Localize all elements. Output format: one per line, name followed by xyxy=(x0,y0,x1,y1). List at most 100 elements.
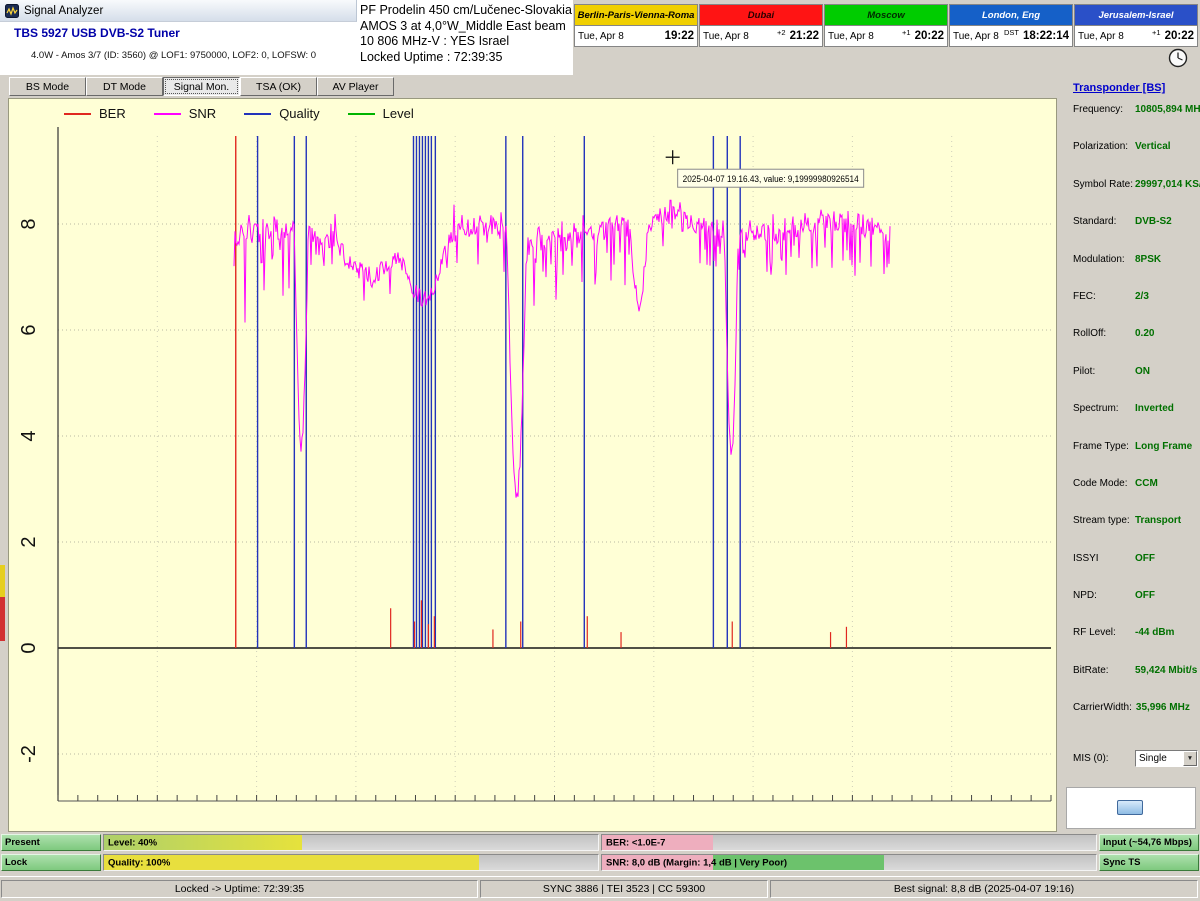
clock-jerusalem-israel: Jerusalem-IsraelTue, Apr 8+120:22 xyxy=(1074,4,1198,47)
transponder-row-pilot: Pilot:ON xyxy=(1073,366,1198,403)
clock-time: 18:22:14 xyxy=(1023,30,1069,42)
window-title: Signal Analyzer xyxy=(24,5,103,17)
transponder-label: RF Level: xyxy=(1073,627,1135,638)
transponder-row-npd: NPD:OFF xyxy=(1073,590,1198,627)
clock-time-row: Tue, Apr 8+120:22 xyxy=(825,26,947,46)
transponder-row-mis-0: MIS (0):Single▼ xyxy=(1073,748,1198,770)
transponder-value: OFF xyxy=(1135,553,1155,564)
transponder-row-stream-type: Stream type:Transport xyxy=(1073,515,1198,552)
transponder-value: -44 dBm xyxy=(1135,627,1174,638)
transponder-label: Frame Type: xyxy=(1073,441,1135,452)
status-uptime: Locked -> Uptime: 72:39:35 xyxy=(1,880,478,898)
site-info-line: AMOS 3 at 4,0°W_Middle East beam xyxy=(360,19,572,35)
transponder-row-carrierwidth: CarrierWidth:35,996 MHz xyxy=(1073,702,1198,739)
transponder-row-symbol-rate: Symbol Rate:29997,014 KS/s xyxy=(1073,179,1198,216)
analog-clock-icon xyxy=(1168,48,1188,68)
transponder-label: Spectrum: xyxy=(1073,403,1135,414)
transponder-value: DVB-S2 xyxy=(1135,216,1172,227)
site-info-line: 10 806 MHz-V : YES Israel xyxy=(360,34,572,50)
transponder-row-code-mode: Code Mode:CCM xyxy=(1073,478,1198,515)
progress-level: Level: 40% xyxy=(103,834,599,851)
indicator-bars: PresentLevel: 40%BER: <1.0E-7Input (~54,… xyxy=(1,834,1199,874)
mode-tabs: BS ModeDT ModeSignal Mon.TSA (OK)AV Play… xyxy=(9,77,394,96)
clock-time-row: Tue, Apr 8+221:22 xyxy=(700,26,822,46)
clock-date: Tue, Apr 8 xyxy=(578,31,624,42)
clock-time-row: Tue, Apr 8+120:22 xyxy=(1075,26,1197,46)
transponder-value: 2/3 xyxy=(1135,291,1149,302)
transponder-row-modulation: Modulation:8PSK xyxy=(1073,254,1198,291)
transponder-label: Code Mode: xyxy=(1073,478,1135,489)
transponder-label: Pilot: xyxy=(1073,366,1135,377)
transponder-value: Long Frame xyxy=(1135,441,1192,452)
indicator-row-2: LockQuality: 100%SNR: 8,0 dB (Margin: 1,… xyxy=(1,854,1199,871)
transponder-row-polarization: Polarization:Vertical xyxy=(1073,141,1198,178)
progress-label: SNR: 8,0 dB (Margin: 1,4 dB | Very Poor) xyxy=(606,857,787,868)
y-axis-label: 8 xyxy=(18,218,40,229)
y-axis-label: -2 xyxy=(18,745,40,763)
transponder-value: 29997,014 KS/s xyxy=(1135,179,1200,190)
transponder-row-frame-type: Frame Type:Long Frame xyxy=(1073,441,1198,478)
tab-bs-mode[interactable]: BS Mode xyxy=(9,77,86,96)
transponder-value: 8PSK xyxy=(1135,254,1161,265)
legend-label: Level xyxy=(383,106,414,121)
transponder-value: Transport xyxy=(1135,515,1181,526)
transponder-panel: Transponder [BS] Frequency:10805,894 MHz… xyxy=(1060,75,1200,833)
world-clocks: Berlin-Paris-Vienna-RomaTue, Apr 819:22D… xyxy=(573,0,1200,75)
dock-strip-red xyxy=(0,597,5,641)
legend-swatch-ber xyxy=(64,113,91,115)
clock-date: Tue, Apr 8 xyxy=(828,31,874,42)
chart-legend: BERSNRQualityLevel xyxy=(64,106,442,121)
clock-time: 21:22 xyxy=(790,30,819,42)
tab-signal-mon[interactable]: Signal Mon. xyxy=(163,77,240,96)
clock-time: 20:22 xyxy=(915,30,944,42)
transponder-label: NPD: xyxy=(1073,590,1135,601)
transponder-label: Symbol Rate: xyxy=(1073,179,1135,190)
tab-tsa-ok[interactable]: TSA (OK) xyxy=(240,77,317,96)
progress-label: Level: 40% xyxy=(108,837,157,848)
site-info-line: Locked Uptime : 72:39:35 xyxy=(360,50,572,66)
clock-time-row: Tue, Apr 819:22 xyxy=(575,26,697,46)
chart-tooltip-text: 2025-04-07 19.16.43, value: 9,1999998092… xyxy=(683,174,859,184)
dock-strip-yellow xyxy=(0,565,5,597)
led-sync-ts: Sync TS xyxy=(1099,854,1199,871)
transponder-label: CarrierWidth: xyxy=(1073,702,1136,713)
chevron-down-icon[interactable]: ▼ xyxy=(1183,751,1197,766)
legend-item-level: Level xyxy=(348,106,414,121)
transponder-value: ON xyxy=(1135,366,1150,377)
clock-city-label: Jerusalem-Israel xyxy=(1075,5,1197,26)
transponder-label: MIS (0): xyxy=(1073,753,1135,764)
tab-dt-mode[interactable]: DT Mode xyxy=(86,77,163,96)
transponder-value: 0.20 xyxy=(1135,328,1154,339)
transponder-value: 35,996 MHz xyxy=(1136,702,1190,713)
clock-date: Tue, Apr 8 xyxy=(1078,31,1124,42)
transponder-value: CCM xyxy=(1135,478,1158,489)
y-axis-label: 6 xyxy=(18,324,40,335)
clock-city-label: Moscow xyxy=(825,5,947,26)
transponder-value: 10805,894 MHz xyxy=(1135,104,1200,115)
clock-moscow: MoscowTue, Apr 8+120:22 xyxy=(824,4,948,47)
status-bar: Locked -> Uptime: 72:39:35 SYNC 3886 | T… xyxy=(0,876,1200,901)
transponder-label: BitRate: xyxy=(1073,665,1135,676)
clock-date: Tue, Apr 8 xyxy=(703,31,749,42)
clock-date: Tue, Apr 8 xyxy=(953,31,999,42)
transponder-label: FEC: xyxy=(1073,291,1135,302)
panel-action-button[interactable] xyxy=(1117,800,1143,815)
transponder-label: Standard: xyxy=(1073,216,1135,227)
led-present: Present xyxy=(1,834,101,851)
transponder-value: 59,424 Mbit/s xyxy=(1135,665,1197,676)
mis-selected-value: Single xyxy=(1136,753,1183,764)
progress-quality: Quality: 100% xyxy=(103,854,599,871)
transponder-row-rolloff: RollOff:0.20 xyxy=(1073,328,1198,365)
legend-item-snr: SNR xyxy=(154,106,216,121)
transponder-row-frequency: Frequency:10805,894 MHz xyxy=(1073,104,1198,141)
tab-av-player[interactable]: AV Player xyxy=(317,77,394,96)
signal-chart[interactable]: 86420-22025-04-07 19.16.43, value: 9,199… xyxy=(9,99,1058,833)
legend-item-ber: BER xyxy=(64,106,126,121)
progress-label: BER: <1.0E-7 xyxy=(606,837,665,848)
transponder-value: Inverted xyxy=(1135,403,1174,414)
site-info: PF Prodelin 450 cm/Lučenec-SlovakiaAMOS … xyxy=(360,3,572,65)
mis-dropdown[interactable]: Single▼ xyxy=(1135,750,1198,767)
status-sync-counts: SYNC 3886 | TEI 3523 | CC 59300 xyxy=(480,880,768,898)
clock-city-label: Dubai xyxy=(700,5,822,26)
clock-time: 20:22 xyxy=(1165,30,1194,42)
